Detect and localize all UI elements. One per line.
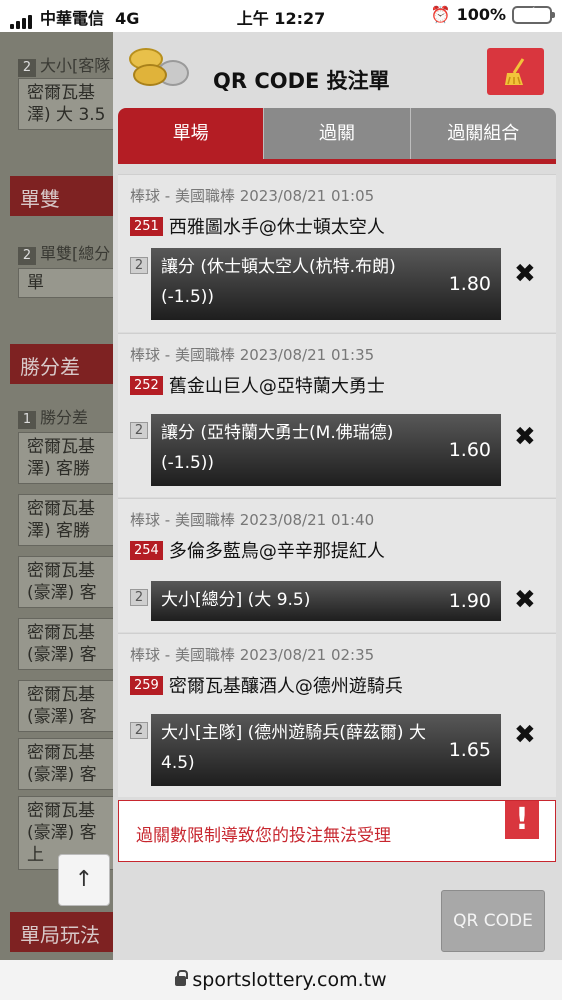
panel-title: QR CODE 投注單 xyxy=(213,69,390,93)
bg-subheading: 2 大小[客隊 xyxy=(18,52,110,77)
lock-icon xyxy=(175,970,189,986)
remove-bet-icon[interactable]: ✖ xyxy=(514,720,536,750)
selection-box[interactable]: 大小[總分] (大 9.5) 1.90 xyxy=(151,581,501,621)
bg-subheading: 1 勝分差 xyxy=(18,404,88,429)
bg-option[interactable]: 密爾瓦基 澤) 大 3.5 xyxy=(18,78,118,130)
match-number: 252 xyxy=(130,375,163,395)
selection-number: 2 xyxy=(130,422,148,439)
odds: 1.80 xyxy=(448,273,491,295)
remove-bet-icon[interactable]: ✖ xyxy=(514,259,536,289)
bg-option[interactable]: 密爾瓦基 (豪澤) 客 xyxy=(18,738,118,790)
bet-item: 棒球 - 美國職棒 2023/08/21 01:35 252 舊金山巨人@亞特蘭大… xyxy=(118,333,556,497)
bet-type-tabs: 單場 過關 過關組合 xyxy=(118,108,556,164)
tab-parlay[interactable]: 過關 xyxy=(264,108,411,159)
panel-header: QR CODE 投注單 xyxy=(113,32,562,106)
bg-option[interactable]: 單 xyxy=(18,268,118,298)
remove-bet-icon[interactable]: ✖ xyxy=(514,422,536,452)
selection-text: 大小[主隊] (德州遊騎兵(薛茲爾) 大 4.5) xyxy=(161,723,426,773)
match-name: 西雅圖水手@休士頓太空人 xyxy=(168,217,385,238)
qr-betslip-panel: QR CODE 投注單 單場 過關 過關組合 棒球 - 美國職棒 2023/08… xyxy=(113,32,562,960)
selection-text: 大小[總分] (大 9.5) xyxy=(161,590,311,610)
broom-icon xyxy=(504,57,524,85)
bet-match: 251 西雅圖水手@休士頓太空人 xyxy=(130,213,385,239)
selection-text: 讓分 (休士頓太空人(杭特.布朗) (-1.5)) xyxy=(161,257,396,307)
clear-all-button[interactable] xyxy=(487,48,544,95)
match-name: 多倫多藍鳥@辛辛那提紅人 xyxy=(168,541,385,562)
status-bar: 中華電信 4G 上午 12:27 ⏰ 100% ⚡ xyxy=(0,0,562,32)
bet-meta: 棒球 - 美國職棒 2023/08/21 01:35 xyxy=(130,346,375,364)
bet-item: 棒球 - 美國職棒 2023/08/21 02:35 259 密爾瓦基釀酒人@德州… xyxy=(118,633,556,797)
battery-icon: ⚡ xyxy=(512,5,555,24)
tab-single[interactable]: 單場 xyxy=(118,108,265,159)
coins-icon xyxy=(127,46,191,94)
match-number: 254 xyxy=(130,540,163,560)
battery-percent: 100% xyxy=(456,5,506,24)
bg-option[interactable]: 密爾瓦基 (豪澤) 客 xyxy=(18,556,118,608)
url-domain: sportslottery.com.tw xyxy=(192,969,387,991)
selection-number: 2 xyxy=(130,722,148,739)
bg-section-header[interactable]: 單雙 xyxy=(10,176,120,216)
qr-code-button[interactable]: QR CODE xyxy=(441,890,545,952)
bet-match: 259 密爾瓦基釀酒人@德州遊騎兵 xyxy=(130,672,403,698)
bg-option[interactable]: 密爾瓦基 (豪澤) 客 xyxy=(18,618,118,670)
alarm-icon: ⏰ xyxy=(430,5,451,24)
match-name: 密爾瓦基釀酒人@德州遊騎兵 xyxy=(168,676,403,697)
bg-section-header[interactable]: 單局玩法 xyxy=(10,912,120,952)
selection-box[interactable]: 大小[主隊] (德州遊騎兵(薛茲爾) 大 4.5) 1.65 xyxy=(151,714,501,786)
bg-option[interactable]: 密爾瓦基 澤) 客勝 xyxy=(18,494,118,546)
warning-icon: ! xyxy=(505,801,539,839)
bg-subheading: 2 單雙[總分 xyxy=(18,240,110,265)
match-number: 259 xyxy=(130,675,163,695)
odds: 1.90 xyxy=(448,590,491,612)
selection-box[interactable]: 讓分 (亞特蘭大勇士(M.佛瑞德) (-1.5)) 1.60 xyxy=(151,414,501,486)
bg-option[interactable]: 密爾瓦基 (豪澤) 客 xyxy=(18,680,118,732)
error-text: 過關數限制導致您的投注無法受理 xyxy=(136,826,391,846)
remove-bet-icon[interactable]: ✖ xyxy=(514,585,536,615)
selection-number: 2 xyxy=(130,589,148,606)
error-message: 過關數限制導致您的投注無法受理 ! xyxy=(118,800,556,862)
bg-option[interactable]: 密爾瓦基 澤) 客勝 xyxy=(18,432,118,484)
match-number: 251 xyxy=(130,216,163,236)
bet-item: 棒球 - 美國職棒 2023/08/21 01:05 251 西雅圖水手@休士頓太… xyxy=(118,174,556,332)
bet-item: 棒球 - 美國職棒 2023/08/21 01:40 254 多倫多藍鳥@辛辛那提… xyxy=(118,498,556,632)
selection-text: 讓分 (亞特蘭大勇士(M.佛瑞德) (-1.5)) xyxy=(161,423,394,473)
bet-match: 254 多倫多藍鳥@辛辛那提紅人 xyxy=(130,537,385,563)
selection-box[interactable]: 讓分 (休士頓太空人(杭特.布朗) (-1.5)) 1.80 xyxy=(151,248,501,320)
bet-meta: 棒球 - 美國職棒 2023/08/21 01:40 xyxy=(130,511,375,529)
match-name: 舊金山巨人@亞特蘭大勇士 xyxy=(168,376,385,397)
odds: 1.65 xyxy=(448,739,491,761)
url-bar[interactable]: sportslottery.com.tw xyxy=(0,960,562,1000)
selection-number: 2 xyxy=(130,257,148,274)
odds: 1.60 xyxy=(448,439,491,461)
bet-meta: 棒球 - 美國職棒 2023/08/21 01:05 xyxy=(130,187,375,205)
bg-section-header[interactable]: 勝分差 xyxy=(10,344,120,384)
status-right: ⏰ 100% ⚡ xyxy=(430,5,555,24)
tab-parlay-combo[interactable]: 過關組合 xyxy=(410,108,556,159)
bet-match: 252 舊金山巨人@亞特蘭大勇士 xyxy=(130,372,385,398)
bet-meta: 棒球 - 美國職棒 2023/08/21 02:35 xyxy=(130,646,375,664)
scroll-top-button[interactable]: ↑ xyxy=(58,854,110,906)
